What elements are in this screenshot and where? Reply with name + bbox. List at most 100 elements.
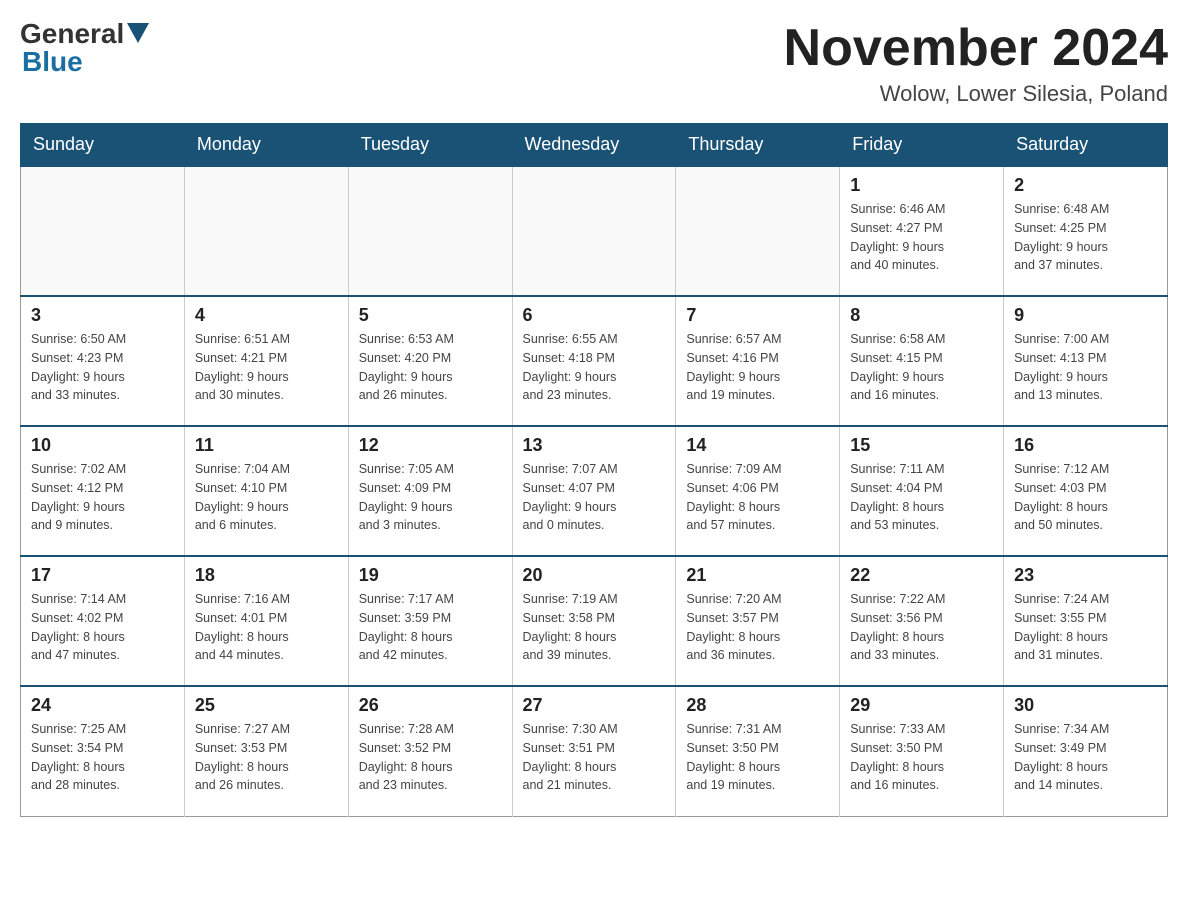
day-number: 29	[850, 695, 993, 716]
day-info: Sunrise: 7:27 AM Sunset: 3:53 PM Dayligh…	[195, 720, 338, 795]
day-info: Sunrise: 7:19 AM Sunset: 3:58 PM Dayligh…	[523, 590, 666, 665]
calendar-cell	[348, 166, 512, 296]
calendar-header-row: SundayMondayTuesdayWednesdayThursdayFrid…	[21, 124, 1168, 167]
calendar-cell: 13 Sunrise: 7:07 AM Sunset: 4:07 PM Dayli…	[512, 426, 676, 556]
column-header-wednesday: Wednesday	[512, 124, 676, 167]
day-number: 30	[1014, 695, 1157, 716]
calendar-cell	[676, 166, 840, 296]
day-number: 10	[31, 435, 174, 456]
day-info: Sunrise: 7:33 AM Sunset: 3:50 PM Dayligh…	[850, 720, 993, 795]
day-number: 18	[195, 565, 338, 586]
calendar-cell: 22Sunrise: 7:22 AM Sunset: 3:56 PM Dayli…	[840, 556, 1004, 686]
calendar-cell: 19Sunrise: 7:17 AM Sunset: 3:59 PM Dayli…	[348, 556, 512, 686]
day-number: 20	[523, 565, 666, 586]
day-info: Sunrise: 7:16 AM Sunset: 4:01 PM Dayligh…	[195, 590, 338, 665]
day-number: 2	[1014, 175, 1157, 196]
column-header-saturday: Saturday	[1004, 124, 1168, 167]
logo: General Blue	[20, 20, 149, 76]
day-info: Sunrise: 7:20 AM Sunset: 3:57 PM Dayligh…	[686, 590, 829, 665]
day-info: Sunrise: 6:55 AM Sunset: 4:18 PM Dayligh…	[523, 330, 666, 405]
calendar-cell: 4 Sunrise: 6:51 AM Sunset: 4:21 PM Daylig…	[184, 296, 348, 426]
calendar-cell: 24 Sunrise: 7:25 AM Sunset: 3:54 PM Dayli…	[21, 686, 185, 816]
calendar-cell: 27 Sunrise: 7:30 AM Sunset: 3:51 PM Dayli…	[512, 686, 676, 816]
day-info: Sunrise: 7:12 AM Sunset: 4:03 PM Dayligh…	[1014, 460, 1157, 535]
day-number: 27	[523, 695, 666, 716]
calendar-cell: 17 Sunrise: 7:14 AM Sunset: 4:02 PM Dayli…	[21, 556, 185, 686]
calendar-cell: 26 Sunrise: 7:28 AM Sunset: 3:52 PM Dayli…	[348, 686, 512, 816]
day-number: 6	[523, 305, 666, 326]
day-number: 17	[31, 565, 174, 586]
week-row-5: 24 Sunrise: 7:25 AM Sunset: 3:54 PM Dayli…	[21, 686, 1168, 816]
day-info: Sunrise: 7:31 AM Sunset: 3:50 PM Dayligh…	[686, 720, 829, 795]
day-info: Sunrise: 7:24 AM Sunset: 3:55 PM Dayligh…	[1014, 590, 1157, 665]
day-info: Sunrise: 7:05 AM Sunset: 4:09 PM Dayligh…	[359, 460, 502, 535]
day-info: Sunrise: 7:09 AM Sunset: 4:06 PM Dayligh…	[686, 460, 829, 535]
day-info: Sunrise: 7:07 AM Sunset: 4:07 PM Dayligh…	[523, 460, 666, 535]
day-info: Sunrise: 7:30 AM Sunset: 3:51 PM Dayligh…	[523, 720, 666, 795]
day-info: Sunrise: 6:57 AM Sunset: 4:16 PM Dayligh…	[686, 330, 829, 405]
day-info: Sunrise: 6:58 AM Sunset: 4:15 PM Dayligh…	[850, 330, 993, 405]
calendar-cell: 18 Sunrise: 7:16 AM Sunset: 4:01 PM Dayli…	[184, 556, 348, 686]
calendar-cell: 21 Sunrise: 7:20 AM Sunset: 3:57 PM Dayli…	[676, 556, 840, 686]
day-number: 5	[359, 305, 502, 326]
day-number: 19	[359, 565, 502, 586]
day-info: Sunrise: 6:51 AM Sunset: 4:21 PM Dayligh…	[195, 330, 338, 405]
day-number: 16	[1014, 435, 1157, 456]
calendar-table: SundayMondayTuesdayWednesdayThursdayFrid…	[20, 123, 1168, 817]
calendar-cell: 29 Sunrise: 7:33 AM Sunset: 3:50 PM Dayli…	[840, 686, 1004, 816]
calendar-cell: 16 Sunrise: 7:12 AM Sunset: 4:03 PM Dayli…	[1004, 426, 1168, 556]
column-header-tuesday: Tuesday	[348, 124, 512, 167]
logo-general-text: General	[20, 20, 149, 48]
week-row-3: 10Sunrise: 7:02 AM Sunset: 4:12 PM Dayli…	[21, 426, 1168, 556]
calendar-cell: 3 Sunrise: 6:50 AM Sunset: 4:23 PM Daylig…	[21, 296, 185, 426]
day-info: Sunrise: 7:11 AM Sunset: 4:04 PM Dayligh…	[850, 460, 993, 535]
day-number: 11	[195, 435, 338, 456]
calendar-subtitle: Wolow, Lower Silesia, Poland	[784, 81, 1168, 107]
calendar-cell: 9Sunrise: 7:00 AM Sunset: 4:13 PM Daylig…	[1004, 296, 1168, 426]
calendar-title: November 2024	[784, 20, 1168, 77]
calendar-cell: 14 Sunrise: 7:09 AM Sunset: 4:06 PM Dayli…	[676, 426, 840, 556]
day-number: 26	[359, 695, 502, 716]
day-number: 8	[850, 305, 993, 326]
calendar-cell: 8 Sunrise: 6:58 AM Sunset: 4:15 PM Daylig…	[840, 296, 1004, 426]
day-number: 15	[850, 435, 993, 456]
calendar-cell: 10Sunrise: 7:02 AM Sunset: 4:12 PM Dayli…	[21, 426, 185, 556]
day-number: 24	[31, 695, 174, 716]
day-number: 12	[359, 435, 502, 456]
calendar-cell	[512, 166, 676, 296]
day-number: 13	[523, 435, 666, 456]
calendar-cell	[21, 166, 185, 296]
week-row-1: 1Sunrise: 6:46 AM Sunset: 4:27 PM Daylig…	[21, 166, 1168, 296]
day-info: Sunrise: 7:34 AM Sunset: 3:49 PM Dayligh…	[1014, 720, 1157, 795]
day-number: 14	[686, 435, 829, 456]
calendar-cell: 28 Sunrise: 7:31 AM Sunset: 3:50 PM Dayli…	[676, 686, 840, 816]
day-number: 3	[31, 305, 174, 326]
title-area: November 2024 Wolow, Lower Silesia, Pola…	[784, 20, 1168, 107]
day-info: Sunrise: 7:25 AM Sunset: 3:54 PM Dayligh…	[31, 720, 174, 795]
day-number: 9	[1014, 305, 1157, 326]
calendar-cell: 5 Sunrise: 6:53 AM Sunset: 4:20 PM Daylig…	[348, 296, 512, 426]
day-number: 28	[686, 695, 829, 716]
calendar-cell: 20 Sunrise: 7:19 AM Sunset: 3:58 PM Dayli…	[512, 556, 676, 686]
day-number: 1	[850, 175, 993, 196]
calendar-cell: 7Sunrise: 6:57 AM Sunset: 4:16 PM Daylig…	[676, 296, 840, 426]
calendar-cell: 1Sunrise: 6:46 AM Sunset: 4:27 PM Daylig…	[840, 166, 1004, 296]
day-info: Sunrise: 7:28 AM Sunset: 3:52 PM Dayligh…	[359, 720, 502, 795]
logo-blue-text: Blue	[22, 48, 83, 76]
day-number: 23	[1014, 565, 1157, 586]
day-info: Sunrise: 7:14 AM Sunset: 4:02 PM Dayligh…	[31, 590, 174, 665]
week-row-4: 17 Sunrise: 7:14 AM Sunset: 4:02 PM Dayli…	[21, 556, 1168, 686]
day-info: Sunrise: 6:53 AM Sunset: 4:20 PM Dayligh…	[359, 330, 502, 405]
day-number: 21	[686, 565, 829, 586]
calendar-cell: 15 Sunrise: 7:11 AM Sunset: 4:04 PM Dayli…	[840, 426, 1004, 556]
day-info: Sunrise: 6:50 AM Sunset: 4:23 PM Dayligh…	[31, 330, 174, 405]
column-header-thursday: Thursday	[676, 124, 840, 167]
column-header-monday: Monday	[184, 124, 348, 167]
calendar-cell: 6 Sunrise: 6:55 AM Sunset: 4:18 PM Daylig…	[512, 296, 676, 426]
day-number: 4	[195, 305, 338, 326]
week-row-2: 3 Sunrise: 6:50 AM Sunset: 4:23 PM Daylig…	[21, 296, 1168, 426]
column-header-friday: Friday	[840, 124, 1004, 167]
calendar-cell: 12 Sunrise: 7:05 AM Sunset: 4:09 PM Dayli…	[348, 426, 512, 556]
day-info: Sunrise: 6:48 AM Sunset: 4:25 PM Dayligh…	[1014, 200, 1157, 275]
day-number: 25	[195, 695, 338, 716]
